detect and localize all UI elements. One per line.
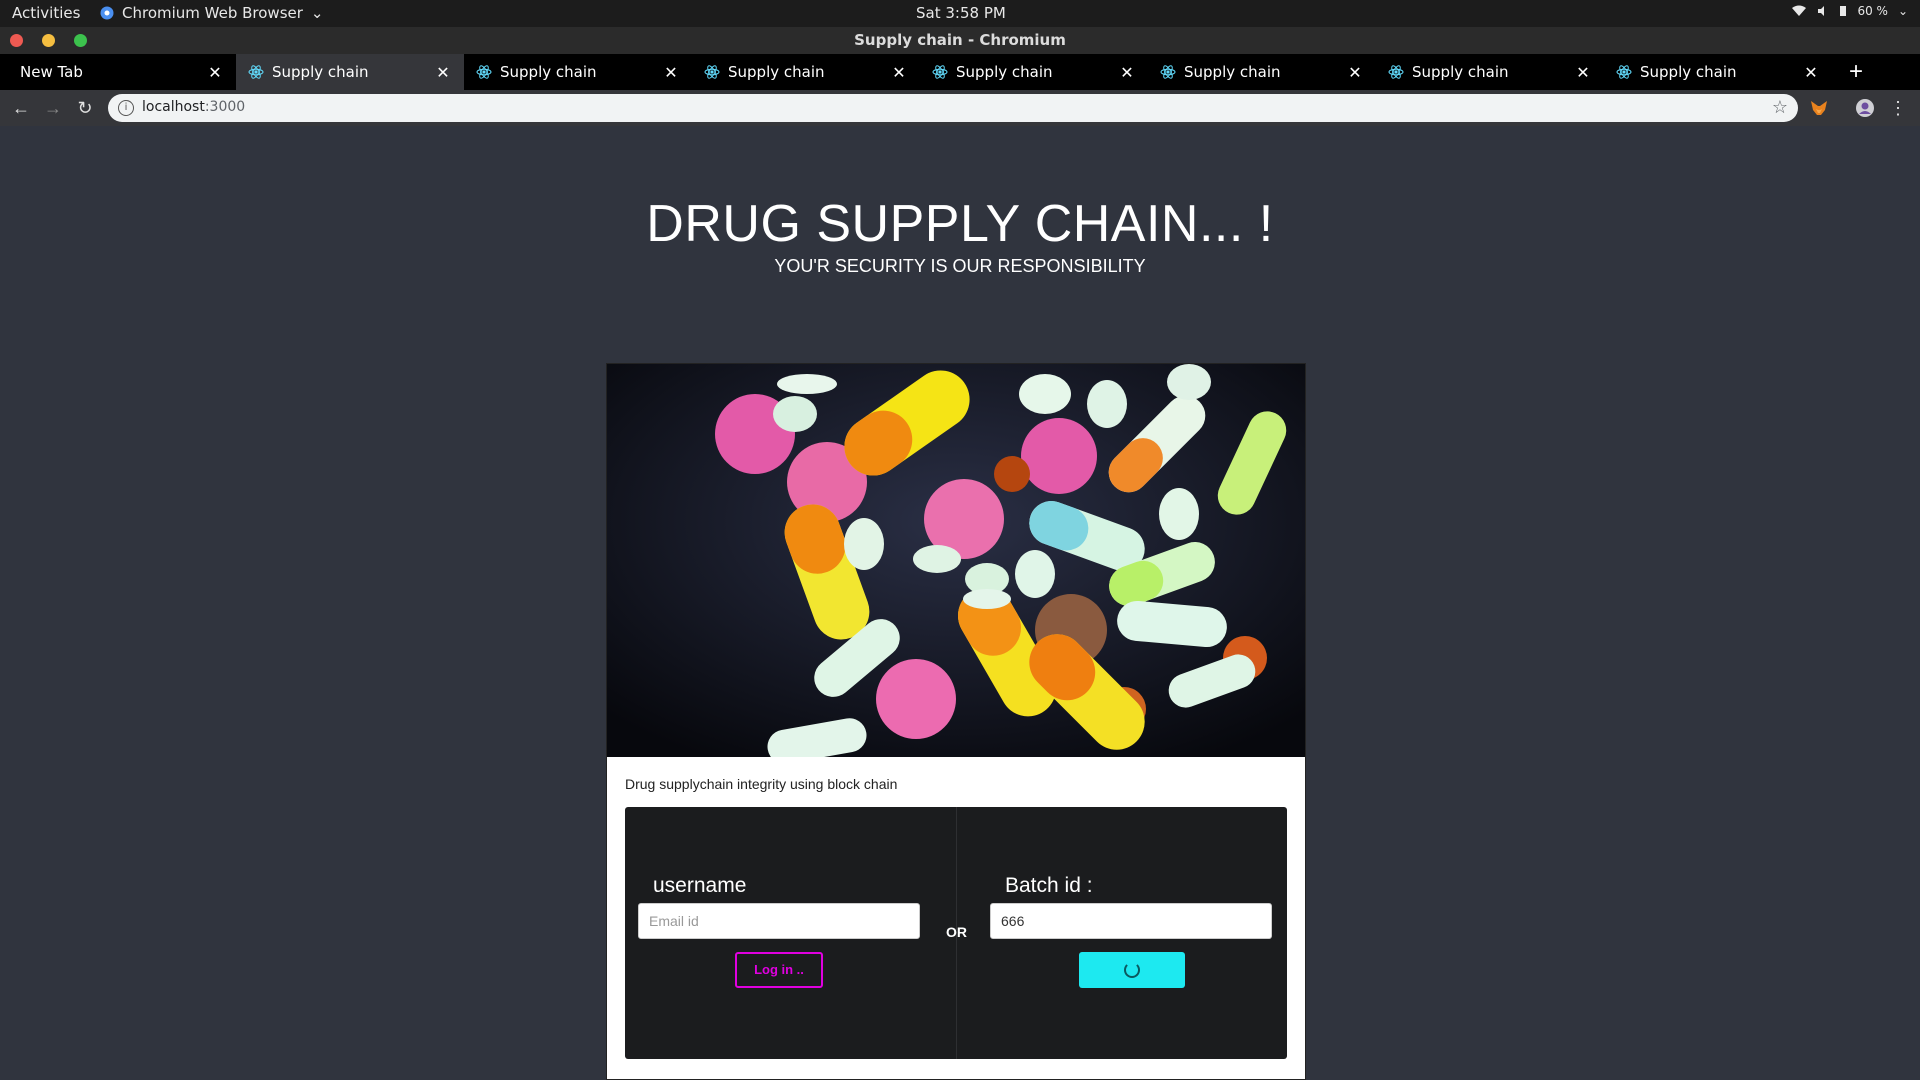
login-panel: username Email id Log in .. OR Batch id …: [625, 807, 1287, 1059]
new-tab-button[interactable]: +: [1842, 58, 1870, 86]
react-icon: [1616, 65, 1632, 79]
page-title: DRUG SUPPLY CHAIN... !: [646, 195, 1274, 253]
address-bar[interactable]: i localhost:3000 ☆: [108, 94, 1798, 122]
close-icon[interactable]: ✕: [434, 63, 452, 82]
or-separator: OR: [946, 924, 967, 940]
app-menu[interactable]: Chromium Web Browser ⌄: [100, 4, 324, 22]
battery-icon: [1840, 6, 1847, 16]
close-icon[interactable]: ✕: [890, 63, 908, 82]
profile-avatar-icon[interactable]: [1855, 98, 1875, 118]
activities-button[interactable]: Activities: [12, 4, 80, 22]
username-label: username: [653, 874, 747, 897]
tab-title: Supply chain: [728, 63, 825, 81]
react-icon: [1388, 65, 1404, 79]
tab-title: Supply chain: [1412, 63, 1509, 81]
tab-title: Supply chain: [1640, 63, 1737, 81]
battery-percentage: 60 %: [1857, 4, 1888, 18]
volume-icon: [1818, 6, 1825, 16]
tab-title: Supply chain: [1184, 63, 1281, 81]
email-input[interactable]: Email id: [638, 903, 920, 939]
info-icon[interactable]: i: [118, 100, 134, 116]
login-button[interactable]: Log in ..: [735, 952, 823, 988]
chevron-down-icon: ⌄: [310, 4, 324, 22]
tab-title: Supply chain: [500, 63, 597, 81]
close-icon[interactable]: ✕: [1346, 63, 1364, 82]
tab-supply-chain[interactable]: Supply chain ✕: [692, 54, 920, 90]
browser-toolbar: ← → ↻ i localhost:3000 ☆ ⋮: [0, 90, 1920, 126]
react-icon: [932, 65, 948, 79]
chromium-icon: [100, 6, 114, 20]
address-bar-url: localhost:3000: [142, 99, 246, 115]
tab-title: Supply chain: [272, 63, 369, 81]
batch-id-label: Batch id :: [1005, 874, 1093, 897]
more-menu-icon[interactable]: ⋮: [1886, 96, 1910, 120]
react-icon: [704, 65, 720, 79]
system-status-area[interactable]: 60 % ⌄: [1791, 4, 1908, 18]
tab-supply-chain-active[interactable]: Supply chain ✕: [236, 54, 464, 90]
tab-supply-chain[interactable]: Supply chain ✕: [920, 54, 1148, 90]
page-viewport: DRUG SUPPLY CHAIN... ! YOU'R SECURITY IS…: [0, 126, 1920, 1080]
tab-strip: New Tab ✕ Supply chain ✕ Supply chain ✕ …: [0, 54, 1920, 90]
close-icon[interactable]: ✕: [206, 63, 224, 82]
forward-arrow-icon[interactable]: →: [41, 96, 65, 120]
bookmark-star-icon[interactable]: ☆: [1772, 97, 1788, 118]
page-subtitle: YOU'R SECURITY IS OUR RESPONSIBILITY: [774, 256, 1146, 276]
tab-title: New Tab: [20, 63, 83, 81]
react-icon: [476, 65, 492, 79]
tab-supply-chain[interactable]: Supply chain ✕: [1604, 54, 1832, 90]
tab-supply-chain[interactable]: Supply chain ✕: [1148, 54, 1376, 90]
app-menu-label: Chromium Web Browser: [122, 4, 303, 22]
system-top-bar: Activities Chromium Web Browser ⌄ Sat 3:…: [0, 0, 1920, 27]
pills-photo: [607, 364, 1305, 757]
react-icon: [1160, 65, 1176, 79]
close-icon[interactable]: ✕: [662, 63, 680, 82]
clock[interactable]: Sat 3:58 PM: [916, 4, 1006, 22]
close-icon[interactable]: ✕: [1802, 63, 1820, 82]
tab-new-tab[interactable]: New Tab ✕: [8, 54, 236, 90]
batch-id-input[interactable]: 666: [990, 903, 1272, 939]
back-arrow-icon[interactable]: ←: [9, 96, 33, 120]
reload-icon[interactable]: ↻: [73, 96, 97, 120]
tab-supply-chain[interactable]: Supply chain ✕: [1376, 54, 1604, 90]
window-title: Supply chain - Chromium: [854, 31, 1066, 49]
close-icon[interactable]: ✕: [1574, 63, 1592, 82]
wifi-icon: [1792, 5, 1807, 16]
tab-supply-chain[interactable]: Supply chain ✕: [464, 54, 692, 90]
main-card: Drug supplychain integrity using block c…: [606, 363, 1306, 1080]
card-description: Drug supplychain integrity using block c…: [625, 776, 898, 792]
react-icon: [248, 65, 264, 79]
tab-title: Supply chain: [956, 63, 1053, 81]
close-icon[interactable]: ✕: [1118, 63, 1136, 82]
batch-search-button[interactable]: [1079, 952, 1185, 988]
chevron-down-icon: ⌄: [1897, 4, 1908, 18]
metamask-fox-icon[interactable]: [1809, 98, 1829, 118]
loading-spinner-icon: [1124, 962, 1140, 978]
pills-illustration: [607, 364, 1305, 757]
window-title-bar: Supply chain - Chromium: [0, 27, 1920, 54]
